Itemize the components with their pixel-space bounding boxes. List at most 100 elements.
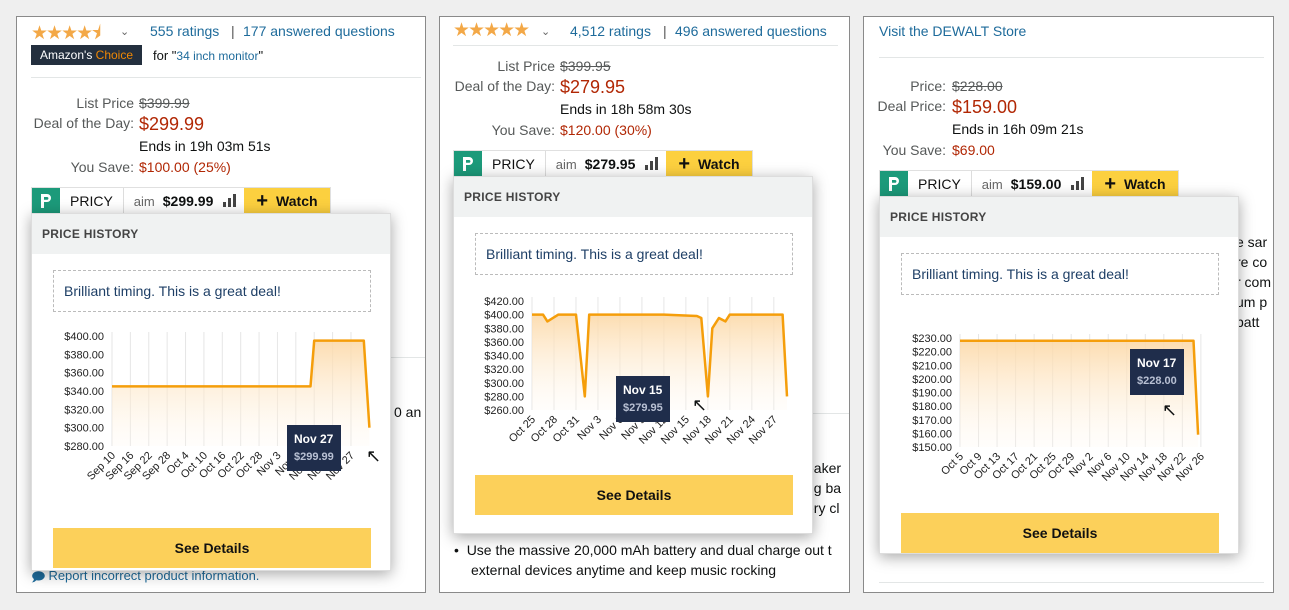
chevron-down-icon[interactable]: ⌄ bbox=[120, 25, 129, 38]
you-save-label: You Save: bbox=[70, 159, 134, 175]
price-history-header: PRICE HISTORY bbox=[454, 177, 812, 217]
choice-query-link[interactable]: 34 inch monitor bbox=[176, 49, 258, 63]
choice-for-text: for "34 inch monitor" bbox=[153, 48, 264, 63]
y-tick-label: $200.00 bbox=[912, 374, 952, 386]
truncated-text: e sar bbox=[1236, 234, 1268, 250]
bullet-icon: • bbox=[454, 542, 467, 558]
y-tick-label: $220.00 bbox=[912, 347, 952, 359]
list-price: $399.95 bbox=[560, 58, 611, 74]
divider bbox=[879, 582, 1264, 583]
y-tick-label: $160.00 bbox=[912, 428, 952, 440]
deal-message: Brilliant timing. This is a great deal! bbox=[901, 253, 1219, 295]
divider bbox=[389, 357, 425, 358]
signal-bars-icon bbox=[1069, 171, 1092, 197]
store-link[interactable]: Visit the DEWALT Store bbox=[879, 23, 1026, 39]
report-info-link[interactable]: 🗩 Report incorrect product information. bbox=[31, 568, 259, 590]
y-tick-label: $280.00 bbox=[484, 391, 524, 403]
y-tick-label: $210.00 bbox=[912, 360, 952, 372]
deal-message: Brilliant timing. This is a great deal! bbox=[53, 270, 371, 312]
you-save-amount: $120.00 (30%) bbox=[560, 122, 652, 138]
truncated-text: um p bbox=[1236, 294, 1268, 310]
truncated-text: re co bbox=[1236, 254, 1268, 270]
list-price: $228.00 bbox=[952, 78, 1003, 94]
y-tick-label: $260.00 bbox=[484, 405, 524, 417]
you-save-label: You Save: bbox=[882, 142, 946, 158]
deal-price: $299.99 bbox=[139, 114, 205, 134]
price-history-chart[interactable]: Oct 25Oct 28Oct 31Nov 3Nov 6Nov 9Nov 12N… bbox=[454, 285, 814, 465]
y-tick-label: $320.00 bbox=[64, 404, 104, 416]
price-history-popup: PRICE HISTORY Brilliant timing. This is … bbox=[31, 213, 391, 571]
y-tick-label: $180.00 bbox=[912, 401, 952, 413]
y-tick-label: $190.00 bbox=[912, 388, 952, 400]
list-price-label: List Price bbox=[497, 58, 555, 74]
pricy-brand: PRICY bbox=[908, 171, 972, 197]
list-price: $399.99 bbox=[139, 95, 190, 111]
y-tick-label: $380.00 bbox=[484, 323, 524, 335]
see-details-button[interactable]: See Details bbox=[53, 528, 371, 568]
plus-icon: + bbox=[1104, 173, 1117, 195]
aim-value: $159.00 bbox=[1010, 176, 1062, 192]
pricy-bar: PRICY aim $299.99 + Watch bbox=[31, 187, 331, 215]
pricy-brand: PRICY bbox=[482, 151, 546, 177]
divider bbox=[453, 45, 838, 46]
star-rating[interactable]: ★★★★★ bbox=[453, 19, 530, 42]
price-history-header: PRICE HISTORY bbox=[32, 214, 390, 254]
pricy-logo-icon[interactable] bbox=[454, 151, 482, 177]
signal-bars-icon bbox=[221, 188, 244, 214]
y-tick-label: $340.00 bbox=[64, 386, 104, 398]
mouse-cursor-icon: ↖ bbox=[366, 446, 382, 466]
deal-price: $159.00 bbox=[952, 97, 1018, 117]
watch-button[interactable]: + Watch bbox=[666, 151, 752, 177]
list-price-label: List Price bbox=[76, 95, 134, 111]
pricy-logo-icon[interactable] bbox=[880, 171, 908, 197]
aim-label: aim bbox=[133, 193, 155, 209]
deal-price-label: Deal of the Day: bbox=[454, 78, 555, 94]
chart-tooltip: Nov 15 $279.95 bbox=[616, 376, 670, 422]
plus-icon: + bbox=[678, 153, 691, 175]
mouse-cursor-icon: ↖ bbox=[692, 395, 708, 415]
price-history-popup: PRICE HISTORY Brilliant timing. This is … bbox=[453, 176, 813, 534]
pricy-logo-icon[interactable] bbox=[32, 188, 60, 214]
y-tick-label: $380.00 bbox=[64, 349, 104, 361]
plus-icon: + bbox=[256, 190, 269, 212]
watch-button[interactable]: + Watch bbox=[1092, 171, 1178, 197]
y-tick-label: $420.00 bbox=[484, 296, 524, 308]
x-tick-label: Nov 3 bbox=[575, 414, 604, 443]
answered-questions-link[interactable]: 177 answered questions bbox=[243, 23, 395, 39]
y-tick-label: $340.00 bbox=[484, 351, 524, 363]
y-tick-label: $300.00 bbox=[64, 423, 104, 435]
y-tick-label: $230.00 bbox=[912, 333, 952, 345]
ratings-link[interactable]: 4,512 ratings bbox=[570, 23, 651, 39]
amazons-choice-badge: Amazon's Choice bbox=[31, 45, 143, 65]
price-label: Price: bbox=[910, 78, 946, 94]
price-history-popup: PRICE HISTORY Brilliant timing. This is … bbox=[879, 196, 1239, 554]
price-history-chart[interactable]: Oct 5Oct 9Oct 13Oct 17Oct 21Oct 25Oct 29… bbox=[880, 305, 1240, 495]
deal-price-label: Deal of the Day: bbox=[33, 115, 134, 131]
watch-button[interactable]: + Watch bbox=[244, 188, 330, 214]
product-panel-3: Visit the DEWALT Store Price: $228.00 De… bbox=[863, 16, 1274, 593]
chart-tooltip: Nov 27 $299.99 bbox=[287, 425, 341, 471]
pricy-bar: PRICY aim $159.00 + Watch bbox=[879, 170, 1179, 198]
deal-price-label: Deal Price: bbox=[877, 98, 946, 114]
y-tick-label: $320.00 bbox=[484, 364, 524, 376]
chevron-down-icon[interactable]: ⌄ bbox=[541, 25, 550, 38]
see-details-button[interactable]: See Details bbox=[475, 475, 793, 515]
aim-value: $279.95 bbox=[584, 156, 636, 172]
see-details-button[interactable]: See Details bbox=[901, 513, 1219, 553]
deal-countdown: Ends in 18h 58m 30s bbox=[560, 101, 692, 117]
y-tick-label: $360.00 bbox=[484, 337, 524, 349]
ratings-link[interactable]: 555 ratings bbox=[150, 23, 219, 39]
pricy-brand: PRICY bbox=[60, 188, 124, 214]
answered-questions-link[interactable]: 496 answered questions bbox=[675, 23, 827, 39]
y-tick-label: $400.00 bbox=[484, 310, 524, 322]
aim-label: aim bbox=[981, 176, 1003, 192]
y-tick-label: $280.00 bbox=[64, 441, 104, 453]
separator: | bbox=[231, 23, 235, 39]
price-history-chart[interactable]: Sep 10Sep 16Sep 22Sep 28Oct 4Oct 10Oct 1… bbox=[32, 322, 392, 512]
you-save-amount: $100.00 (25%) bbox=[139, 159, 231, 175]
deal-countdown: Ends in 16h 09m 21s bbox=[952, 121, 1084, 137]
deal-countdown: Ends in 19h 03m 51s bbox=[139, 138, 271, 154]
you-save-amount: $69.00 bbox=[952, 142, 995, 158]
y-tick-label: $300.00 bbox=[484, 378, 524, 390]
y-tick-label: $360.00 bbox=[64, 368, 104, 380]
